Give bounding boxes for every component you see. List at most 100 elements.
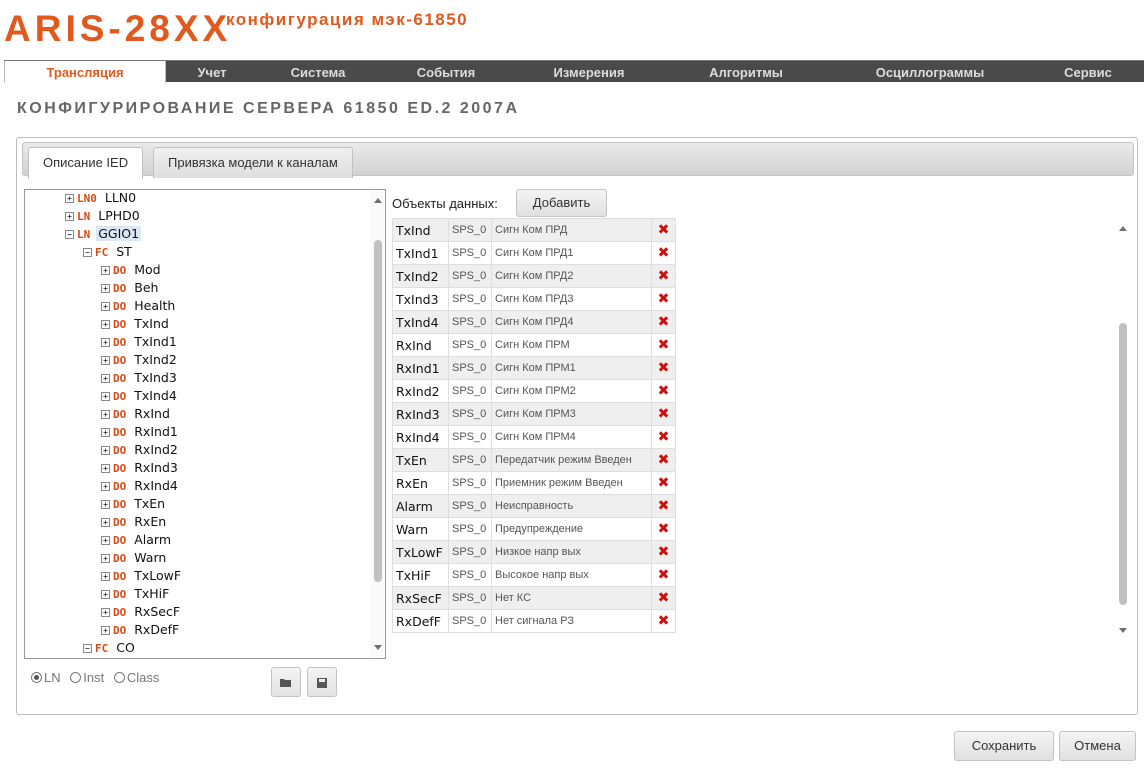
node-label[interactable]: LPHD0 (96, 208, 141, 223)
tree-node[interactable]: + DO Beh (101, 279, 160, 297)
delete-icon[interactable]: ✖ (651, 471, 676, 495)
menu-item-accounting[interactable]: Учет (166, 61, 258, 83)
table-row[interactable]: TxLowF SPS_0 Низкое напр вых ✖ (392, 540, 676, 564)
expand-icon[interactable]: + (101, 338, 110, 347)
delete-icon[interactable]: ✖ (651, 609, 676, 633)
delete-icon[interactable]: ✖ (651, 356, 676, 380)
tree-node[interactable]: + DO RxInd1 (101, 423, 180, 441)
node-label[interactable]: RxEn (132, 514, 168, 529)
tree-node[interactable]: + DO TxInd (101, 315, 171, 333)
tree-node[interactable]: + DO RxInd3 (101, 459, 180, 477)
delete-icon[interactable]: ✖ (651, 517, 676, 541)
tree-node[interactable]: + DO RxInd2 (101, 441, 180, 459)
tree-node[interactable]: + DO TxEn (101, 495, 167, 513)
table-row[interactable]: RxInd4 SPS_0 Сигн Ком ПРМ4 ✖ (392, 425, 676, 449)
save-button[interactable]: Сохранить (954, 731, 1054, 761)
tree-node[interactable]: + DO TxInd1 (101, 333, 179, 351)
table-row[interactable]: Warn SPS_0 Предупреждение ✖ (392, 517, 676, 541)
menu-item-system[interactable]: Система (258, 61, 378, 83)
expand-icon[interactable]: + (101, 356, 110, 365)
node-label[interactable]: TxHiF (132, 586, 171, 601)
expand-icon[interactable]: + (65, 194, 74, 203)
tree-node[interactable]: + DO Health (101, 297, 177, 315)
node-label[interactable]: LLN0 (103, 190, 138, 205)
expand-icon[interactable]: + (101, 374, 110, 383)
delete-icon[interactable]: ✖ (651, 333, 676, 357)
table-row[interactable]: TxInd3 SPS_0 Сигн Ком ПРД3 ✖ (392, 287, 676, 311)
radio-ln-icon[interactable] (31, 672, 42, 683)
tree-node[interactable]: + DO TxInd3 (101, 369, 179, 387)
tree-node[interactable]: + LN0 LLN0 (65, 190, 138, 207)
expand-icon[interactable]: + (101, 446, 110, 455)
expand-icon[interactable]: + (101, 464, 110, 473)
node-label[interactable]: Warn (132, 550, 168, 565)
menu-item-measurements[interactable]: Измерения (514, 61, 664, 83)
radio-ln[interactable]: LN (31, 670, 61, 685)
radio-inst[interactable]: Inst (70, 670, 104, 685)
expand-icon[interactable]: + (101, 320, 110, 329)
table-row[interactable]: RxInd SPS_0 Сигн Ком ПРМ ✖ (392, 333, 676, 357)
expand-icon[interactable]: + (101, 572, 110, 581)
save-file-button[interactable] (307, 667, 337, 697)
tree-node[interactable]: + DO TxHiF (101, 585, 171, 603)
node-label[interactable]: TxInd (132, 316, 171, 331)
node-label[interactable]: RxInd1 (132, 424, 180, 439)
node-label[interactable]: RxSecF (132, 604, 182, 619)
node-label[interactable]: TxInd3 (132, 370, 179, 385)
table-row[interactable]: TxHiF SPS_0 Высокое напр вых ✖ (392, 563, 676, 587)
tree-scroll-thumb[interactable] (374, 240, 382, 582)
delete-icon[interactable]: ✖ (651, 494, 676, 518)
tree-scrollbar[interactable] (371, 190, 385, 658)
expand-icon[interactable]: + (101, 266, 110, 275)
node-label[interactable]: Health (132, 298, 177, 313)
node-label[interactable]: TxLowF (132, 568, 183, 583)
delete-icon[interactable]: ✖ (651, 425, 676, 449)
table-row[interactable]: Alarm SPS_0 Неисправность ✖ (392, 494, 676, 518)
tree-node[interactable]: + LN LPHD0 (65, 207, 142, 225)
table-scroll-thumb[interactable] (1119, 323, 1127, 605)
delete-icon[interactable]: ✖ (651, 563, 676, 587)
table-row[interactable]: TxInd SPS_0 Сигн Ком ПРД ✖ (392, 218, 676, 242)
delete-icon[interactable]: ✖ (651, 218, 676, 242)
table-row[interactable]: RxSecF SPS_0 Нет КС ✖ (392, 586, 676, 610)
node-label[interactable]: CO (114, 640, 137, 655)
node-label[interactable]: TxInd4 (132, 388, 179, 403)
node-label[interactable]: TxEn (132, 496, 167, 511)
radio-class[interactable]: Class (113, 670, 159, 685)
scroll-up-icon[interactable] (1119, 226, 1127, 231)
expand-icon[interactable]: + (101, 302, 110, 311)
radio-inst-icon[interactable] (70, 672, 82, 683)
delete-icon[interactable]: ✖ (651, 540, 676, 564)
node-label[interactable]: RxDefF (132, 622, 181, 637)
node-label[interactable]: RxInd4 (132, 478, 180, 493)
expand-icon[interactable]: + (101, 590, 110, 599)
add-button[interactable]: Добавить (516, 189, 607, 217)
menu-item-service[interactable]: Сервис (1032, 61, 1144, 83)
tree-node[interactable]: + DO TxInd2 (101, 351, 179, 369)
delete-icon[interactable]: ✖ (651, 448, 676, 472)
expand-icon[interactable]: + (101, 500, 110, 509)
tab-model-binding[interactable]: Привязка модели к каналам (153, 147, 353, 178)
delete-icon[interactable]: ✖ (651, 402, 676, 426)
menu-item-oscillograms[interactable]: Осциллограммы (828, 61, 1032, 83)
expand-icon[interactable]: + (101, 608, 110, 617)
node-label[interactable]: RxInd2 (132, 442, 180, 457)
menu-item-algorithms[interactable]: Алгоритмы (664, 61, 828, 83)
model-tree[interactable]: + LN0 LLN0 + LN LPHD0− LN GGIO1− FC ST + DO Mod + DO Be… (24, 189, 386, 659)
delete-icon[interactable]: ✖ (651, 264, 676, 288)
delete-icon[interactable]: ✖ (651, 287, 676, 311)
radio-class-icon[interactable] (113, 672, 125, 683)
expand-icon[interactable]: + (101, 554, 110, 563)
table-row[interactable]: RxInd1 SPS_0 Сигн Ком ПРМ1 ✖ (392, 356, 676, 380)
tree-node[interactable]: − FC ST (83, 243, 134, 261)
collapse-icon[interactable]: − (83, 248, 92, 257)
tree-node[interactable]: + DO RxInd4 (101, 477, 180, 495)
tree-node[interactable]: + DO Mod (101, 261, 163, 279)
node-label[interactable]: ST (114, 244, 134, 259)
menu-item-events[interactable]: События (378, 61, 514, 83)
cancel-button[interactable]: Отмена (1059, 731, 1136, 761)
delete-icon[interactable]: ✖ (651, 586, 676, 610)
tab-ied-description[interactable]: Описание IED (28, 147, 144, 179)
delete-icon[interactable]: ✖ (651, 241, 676, 265)
expand-icon[interactable]: + (101, 284, 110, 293)
